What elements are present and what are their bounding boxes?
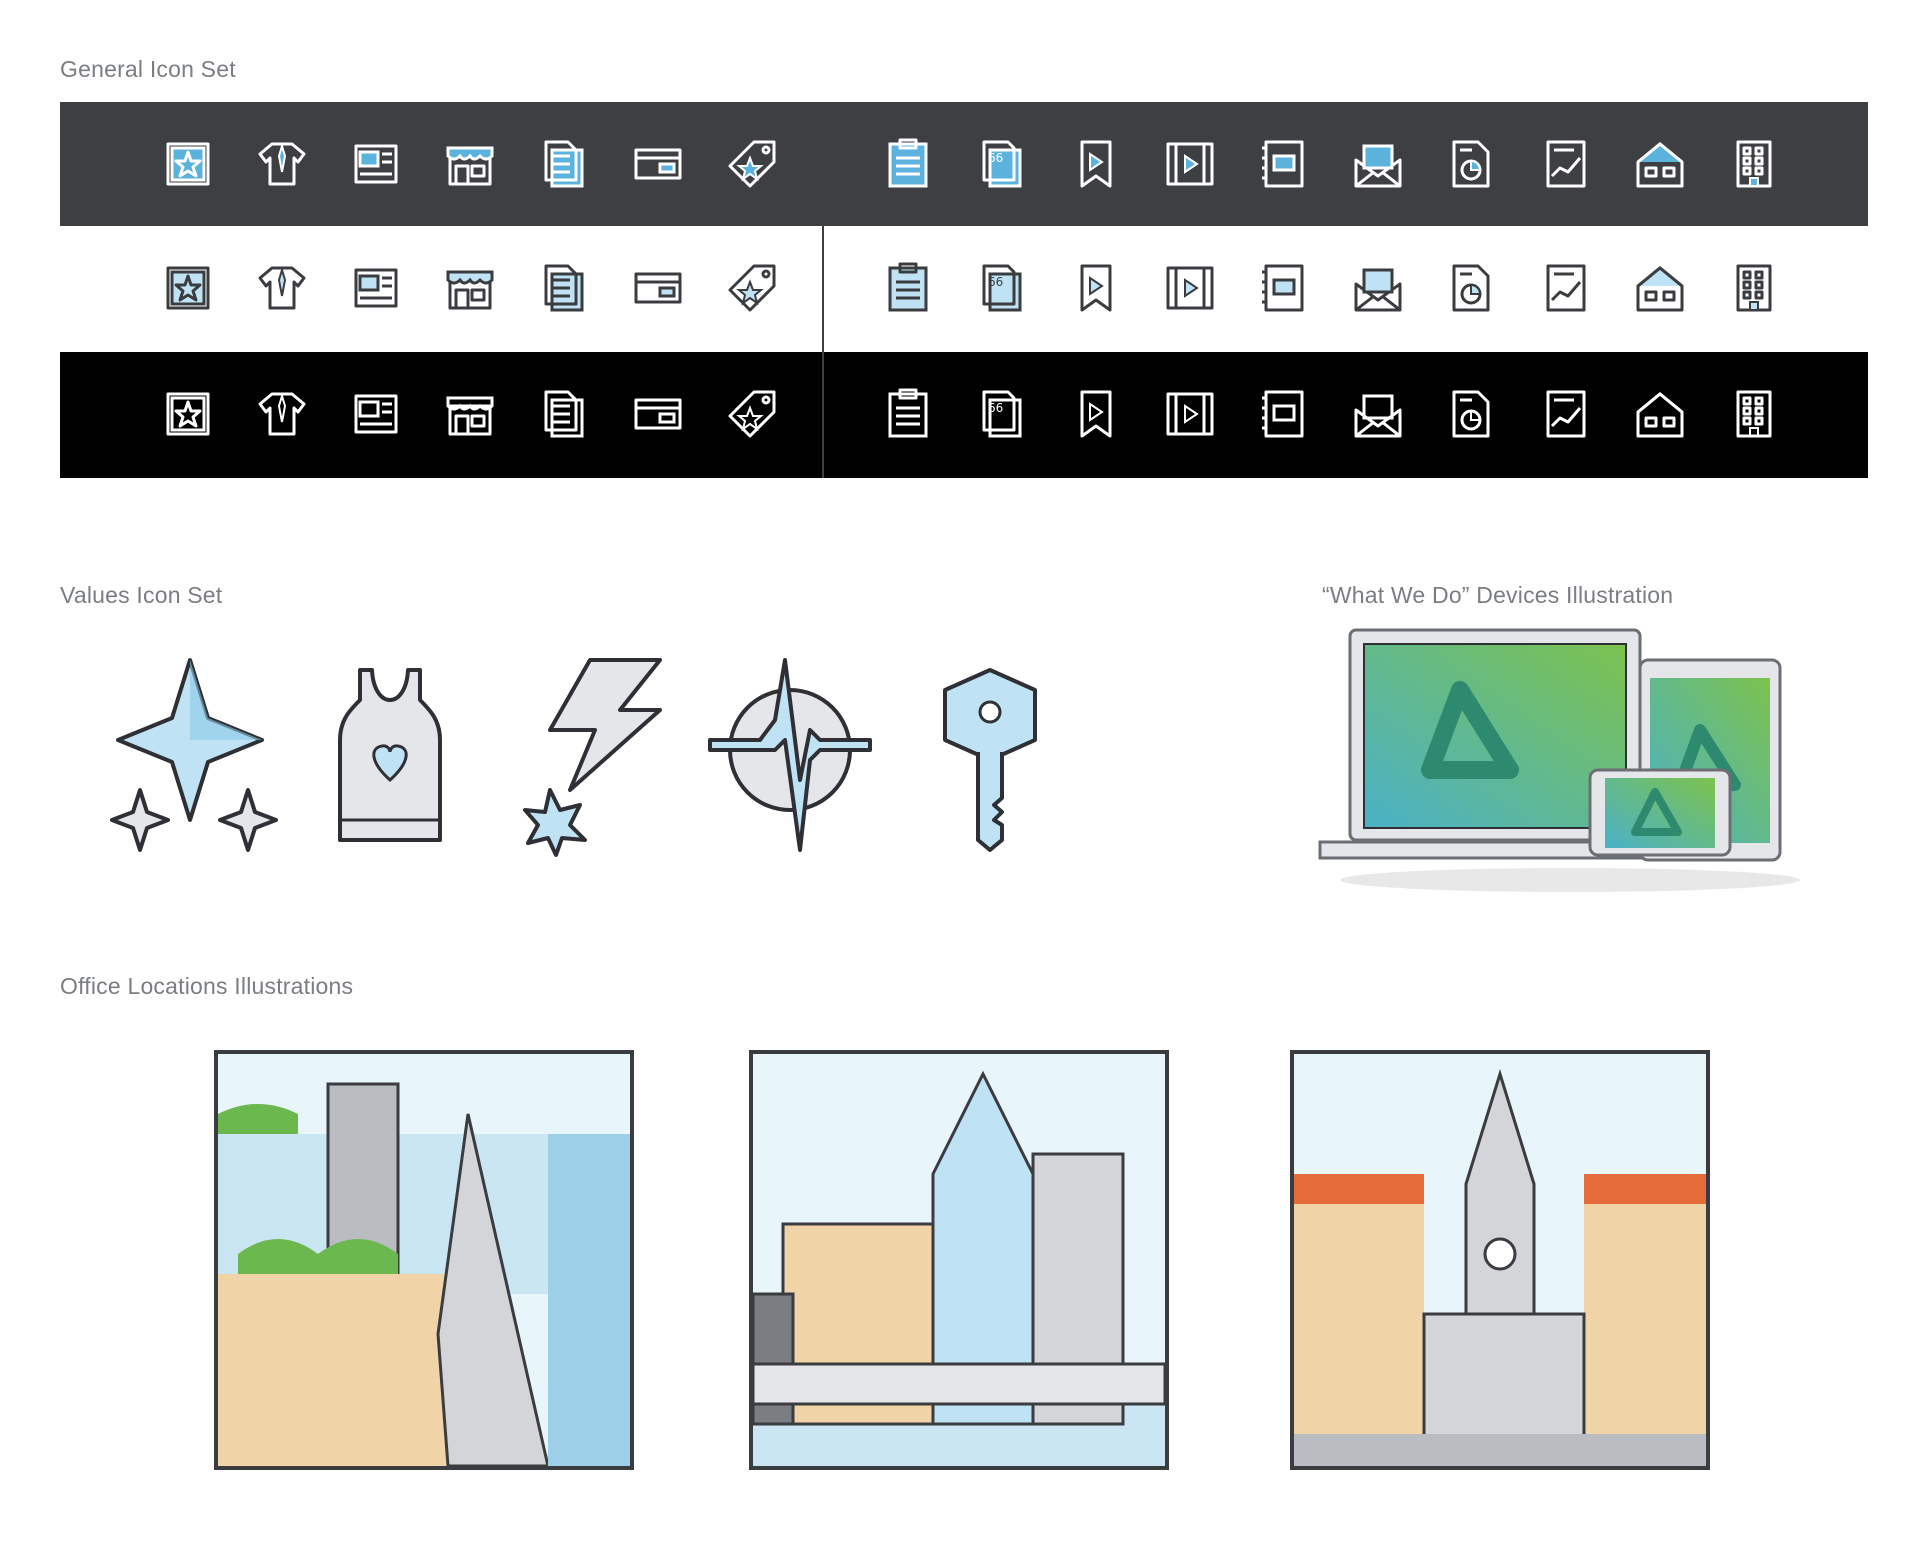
bookmark-play-icon [1068, 136, 1124, 192]
newspaper-icon [348, 386, 404, 442]
pie-chart-document-icon [1444, 386, 1500, 442]
quote-document-icon: 66 [974, 386, 1030, 442]
city-illustration-european-town-hall [1290, 1050, 1710, 1470]
office-building-icon [1726, 136, 1782, 192]
general-icon-strip: 66 66 66 [60, 102, 1868, 478]
credit-card-icon [630, 260, 686, 316]
shirt-tie-icon [254, 260, 310, 316]
chart-document-icon [1538, 136, 1594, 192]
storefront-icon [442, 260, 498, 316]
notebook-icon [1256, 260, 1312, 316]
icon-row-black: 66 [60, 352, 1868, 478]
clipboard-icon [880, 136, 936, 192]
sparkle-stars-icon [90, 640, 290, 860]
newspaper-icon [348, 260, 404, 316]
star-frame-icon [160, 136, 216, 192]
bookmark-play-icon [1068, 260, 1124, 316]
film-play-icon [1162, 136, 1218, 192]
house-icon [1632, 260, 1688, 316]
office-building-icon [1726, 260, 1782, 316]
city-illustration-san-francisco [214, 1050, 634, 1470]
chart-document-icon [1538, 386, 1594, 442]
bookmark-play-icon [1068, 386, 1124, 442]
envelope-icon [1350, 136, 1406, 192]
pie-chart-document-icon [1444, 260, 1500, 316]
credit-card-icon [630, 136, 686, 192]
quote-document-icon: 66 [974, 260, 1030, 316]
price-tag-star-icon [724, 260, 780, 316]
clipboard-icon [880, 260, 936, 316]
icon-row-dark: 66 [60, 102, 1868, 226]
notebook-icon [1256, 386, 1312, 442]
star-frame-icon [160, 386, 216, 442]
house-icon [1632, 386, 1688, 442]
office-locations-title: Office Locations Illustrations [60, 973, 354, 999]
shirt-tie-icon [254, 136, 310, 192]
house-icon [1632, 136, 1688, 192]
price-tag-star-icon [724, 136, 780, 192]
notebook-icon [1256, 136, 1312, 192]
devices-illustration [1310, 620, 1830, 900]
price-tag-star-icon [724, 386, 780, 442]
lightning-burst-icon [490, 640, 690, 860]
values-icon-set-title: Values Icon Set [60, 582, 223, 608]
tank-top-heart-icon [290, 640, 490, 860]
city-illustration-montreal [749, 1050, 1169, 1470]
strip-divider [822, 102, 824, 478]
envelope-icon [1350, 260, 1406, 316]
office-building-icon [1726, 386, 1782, 442]
shirt-tie-icon [254, 386, 310, 442]
newspaper-icon [348, 136, 404, 192]
svg-text:66: 66 [988, 275, 1003, 289]
documents-icon [536, 260, 592, 316]
documents-icon [536, 386, 592, 442]
film-play-icon [1162, 386, 1218, 442]
quote-document-icon: 66 [974, 136, 1030, 192]
general-icon-set-title: General Icon Set [60, 56, 236, 82]
svg-text:66: 66 [988, 401, 1003, 415]
envelope-icon [1350, 386, 1406, 442]
pie-chart-document-icon [1444, 136, 1500, 192]
film-play-icon [1162, 260, 1218, 316]
heartbeat-compass-icon [690, 640, 890, 860]
key-icon [890, 640, 1090, 860]
star-frame-icon [160, 260, 216, 316]
icon-row-light: 66 [60, 226, 1868, 350]
storefront-icon [442, 136, 498, 192]
svg-text:66: 66 [988, 151, 1003, 165]
values-icon-row [90, 640, 1037, 860]
devices-illustration-title: “What We Do” Devices Illustration [1322, 582, 1674, 608]
chart-document-icon [1538, 260, 1594, 316]
clipboard-icon [880, 386, 936, 442]
storefront-icon [442, 386, 498, 442]
credit-card-icon [630, 386, 686, 442]
documents-icon [536, 136, 592, 192]
